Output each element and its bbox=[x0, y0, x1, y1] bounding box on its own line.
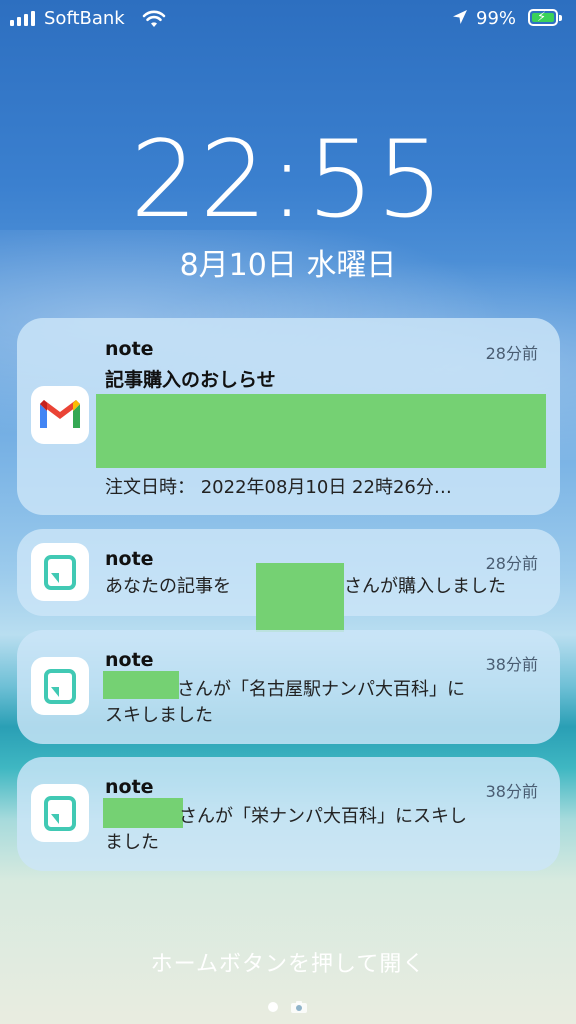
home-button-hint: ホームボタンを押して開く bbox=[150, 952, 426, 977]
notification-body: 注文日時： 2022年08月10日 22時26分… bbox=[105, 477, 452, 498]
notification-card[interactable]: note 38分前 さんが「栄ナンパ大百科」にスキし ました bbox=[17, 757, 560, 871]
notification-app-name: note bbox=[105, 776, 154, 798]
notification-time: 28分前 bbox=[485, 344, 538, 363]
battery-percent: 99% bbox=[476, 8, 517, 29]
notification-body: さんが購入しました bbox=[344, 576, 506, 597]
notification-body-line2: ました bbox=[105, 832, 159, 853]
notification-card[interactable]: note 28分前 あなたの記事を さんが購入しました bbox=[17, 529, 560, 632]
notification-app-name: note bbox=[105, 548, 154, 570]
status-bar: SoftBank 99% ⚡ bbox=[0, 0, 576, 40]
wifi-icon bbox=[142, 10, 166, 27]
redacted-block bbox=[103, 671, 179, 699]
notification-app-name: note bbox=[105, 338, 154, 360]
notification-card[interactable]: note 38分前 さんが「名古屋駅ナンパ大百科」に スキしました bbox=[17, 630, 560, 744]
lock-time: 22:55 bbox=[130, 118, 446, 241]
gmail-icon bbox=[31, 386, 89, 444]
notification-body: さんが「栄ナンパ大百科」にスキし bbox=[179, 806, 467, 827]
signal-icon bbox=[10, 11, 35, 26]
notification-card[interactable]: note 28分前 記事購入のおしらせ 注文日時： 2022年08月10日 22… bbox=[17, 318, 560, 515]
camera-icon[interactable] bbox=[290, 1000, 308, 1014]
notification-body-line2: スキしました bbox=[105, 705, 213, 726]
note-app-icon bbox=[31, 657, 89, 715]
notification-subject: 記事購入のおしらせ bbox=[105, 369, 276, 391]
note-app-icon bbox=[31, 543, 89, 601]
battery-charging-icon: ⚡ bbox=[528, 9, 562, 26]
lock-date: 8月10日 水曜日 bbox=[179, 248, 397, 283]
redacted-block bbox=[96, 394, 546, 468]
carrier-name: SoftBank bbox=[44, 8, 125, 29]
redacted-block bbox=[103, 798, 183, 828]
notification-time: 38分前 bbox=[485, 655, 538, 674]
redacted-block bbox=[256, 563, 344, 632]
notification-time: 38分前 bbox=[485, 782, 538, 801]
page-dot bbox=[268, 1002, 278, 1012]
location-arrow-icon bbox=[453, 10, 467, 24]
note-app-icon bbox=[31, 784, 89, 842]
notification-app-name: note bbox=[105, 649, 154, 671]
page-indicator bbox=[268, 1000, 308, 1014]
notification-body: さんが「名古屋駅ナンパ大百科」に bbox=[177, 679, 465, 700]
notification-time: 28分前 bbox=[485, 554, 538, 573]
